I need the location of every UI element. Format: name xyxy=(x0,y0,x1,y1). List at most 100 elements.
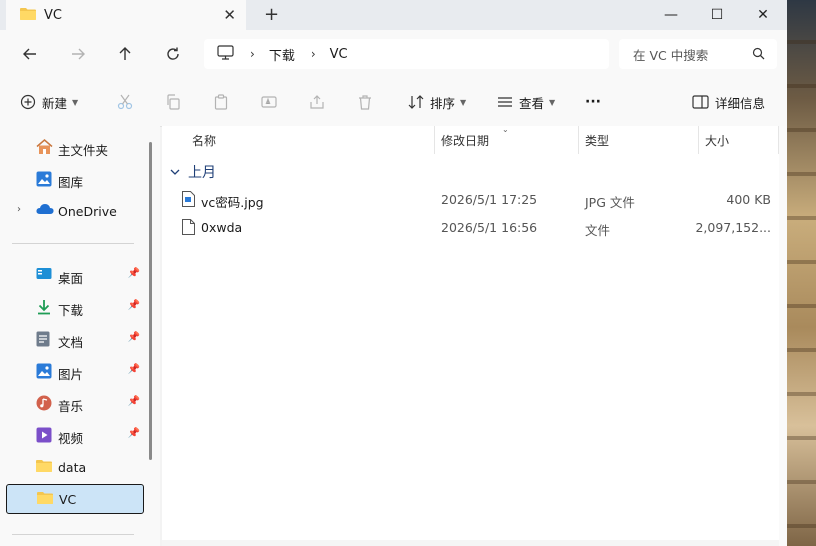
file-name: vc密码.jpg xyxy=(201,195,264,210)
video-icon xyxy=(36,427,52,443)
sidebar-item-home[interactable]: 主文件夹 xyxy=(6,132,142,162)
table-row[interactable]: 0xwda 2026/5/1 16:56 文件 2,097,152... xyxy=(162,214,787,242)
paste-button[interactable] xyxy=(213,78,229,126)
breadcrumb-separator[interactable]: › xyxy=(311,47,316,61)
rename-icon xyxy=(261,96,277,108)
file-icon xyxy=(182,219,195,238)
pin-icon[interactable]: 📌 xyxy=(128,428,140,439)
maximize-button[interactable]: ☐ xyxy=(694,0,740,30)
pin-icon[interactable]: 📌 xyxy=(128,332,140,343)
up-button[interactable] xyxy=(112,42,138,66)
sidebar-item-label: VC xyxy=(59,492,77,507)
file-type: 文件 xyxy=(585,223,611,238)
tab-close-button[interactable]: ✕ xyxy=(223,6,236,24)
sidebar-item-documents[interactable]: 文档 📌 xyxy=(6,324,142,354)
sidebar-item-vc[interactable]: VC xyxy=(6,484,144,514)
column-header-type[interactable]: 类型 xyxy=(585,126,609,154)
view-list-icon xyxy=(498,97,512,107)
tab-title: VC xyxy=(44,7,62,23)
gallery-icon xyxy=(36,171,52,187)
refresh-icon xyxy=(167,47,179,60)
navigation-bar: › 下载 › VC 在 VC 中搜索 xyxy=(0,30,787,78)
copy-button[interactable] xyxy=(165,78,181,126)
back-button[interactable] xyxy=(17,42,43,66)
image-file-icon xyxy=(182,191,195,210)
computer-icon xyxy=(217,45,234,63)
sidebar-item-onedrive[interactable]: › OneDrive xyxy=(6,196,142,226)
chevron-down-icon: ▼ xyxy=(72,97,79,107)
delete-button[interactable] xyxy=(357,78,373,126)
sidebar-scrollbar[interactable] xyxy=(149,142,152,460)
pin-icon[interactable]: 📌 xyxy=(128,364,140,375)
sidebar-item-desktop[interactable]: 桌面 📌 xyxy=(6,260,142,290)
sidebar-item-pictures[interactable]: 图片 📌 xyxy=(6,356,142,386)
column-header-size[interactable]: 大小 xyxy=(705,126,729,154)
sidebar-divider xyxy=(12,243,134,244)
folder-icon xyxy=(20,7,36,24)
clipboard-icon xyxy=(214,94,228,110)
minimize-button[interactable]: — xyxy=(648,0,694,30)
file-size: 2,097,152... xyxy=(695,220,771,235)
sort-button-label: 排序 xyxy=(430,95,456,111)
sidebar-item-videos[interactable]: 视频 📌 xyxy=(6,420,142,450)
new-button[interactable]: 新建 ▼ xyxy=(20,78,78,126)
group-header[interactable]: 上月 xyxy=(170,162,216,182)
table-row[interactable]: vc密码.jpg 2026/5/1 17:25 JPG 文件 400 KB xyxy=(162,186,787,214)
plus-circle-icon xyxy=(20,94,36,110)
picture-icon xyxy=(36,363,52,379)
arrow-right-icon xyxy=(72,48,85,60)
share-icon xyxy=(310,95,324,109)
close-window-button[interactable]: ✕ xyxy=(740,0,786,30)
sidebar-item-music[interactable]: 音乐 📌 xyxy=(6,388,142,418)
content-scrollbar[interactable] xyxy=(779,126,787,546)
view-button[interactable]: 查看 ▼ xyxy=(497,78,555,126)
file-list: 名称 ⌄ 修改日期 类型 大小 上月 vc密码.jpg 2026/5/1 17:… xyxy=(162,125,787,546)
forward-button[interactable] xyxy=(65,42,91,66)
breadcrumb-downloads[interactable]: 下载 xyxy=(269,45,295,64)
sidebar-item-label: 视频 xyxy=(58,431,84,446)
more-options-button[interactable]: ··· xyxy=(585,78,601,126)
share-button[interactable] xyxy=(309,78,325,126)
chevron-down-icon xyxy=(170,169,180,175)
new-button-label: 新建 xyxy=(42,95,68,111)
sidebar-item-label: 桌面 xyxy=(58,271,84,286)
view-button-label: 查看 xyxy=(519,95,545,111)
file-name: 0xwda xyxy=(201,220,243,235)
search-icon[interactable] xyxy=(752,47,765,63)
refresh-button[interactable] xyxy=(160,42,186,66)
music-icon xyxy=(36,395,52,411)
rename-button[interactable] xyxy=(261,78,277,126)
sidebar-item-label: 图库 xyxy=(58,175,84,190)
home-icon xyxy=(36,139,53,155)
column-header-name[interactable]: 名称 xyxy=(192,126,216,154)
search-box[interactable]: 在 VC 中搜索 xyxy=(619,39,777,69)
sidebar-item-data[interactable]: data xyxy=(6,452,142,482)
sidebar-item-gallery[interactable]: 图库 xyxy=(6,164,142,194)
column-separator[interactable] xyxy=(578,126,579,154)
column-separator[interactable] xyxy=(434,126,435,154)
scissors-icon xyxy=(117,94,133,110)
pin-icon[interactable]: 📌 xyxy=(128,396,140,407)
column-header-modified[interactable]: 修改日期 xyxy=(441,126,489,154)
command-bar: 新建 ▼ 排序 ▼ 查看 ▼ ··· 详细信息 xyxy=(0,78,787,127)
sidebar-item-label: OneDrive xyxy=(58,204,117,219)
sidebar-item-downloads[interactable]: 下载 📌 xyxy=(6,292,142,322)
folder-icon xyxy=(36,459,52,475)
breadcrumb-separator[interactable]: › xyxy=(250,47,255,61)
address-bar[interactable]: › 下载 › VC xyxy=(204,39,609,69)
new-tab-button[interactable]: + xyxy=(264,4,279,25)
cut-button[interactable] xyxy=(117,78,133,126)
chevron-right-icon[interactable]: › xyxy=(17,204,21,215)
details-pane-button[interactable]: 详细信息 xyxy=(692,78,765,126)
column-separator[interactable] xyxy=(698,126,699,154)
desktop-icon xyxy=(36,267,52,283)
breadcrumb-vc[interactable]: VC xyxy=(330,47,348,62)
tab-vc[interactable]: VC ✕ xyxy=(6,0,246,30)
search-input[interactable]: 在 VC 中搜索 xyxy=(633,45,708,64)
sidebar-divider xyxy=(12,534,134,535)
pin-icon[interactable]: 📌 xyxy=(128,300,140,311)
horizontal-scrollbar[interactable] xyxy=(162,540,779,546)
sidebar-item-label: 音乐 xyxy=(58,399,84,414)
sort-button[interactable]: 排序 ▼ xyxy=(408,78,466,126)
pin-icon[interactable]: 📌 xyxy=(128,268,140,279)
